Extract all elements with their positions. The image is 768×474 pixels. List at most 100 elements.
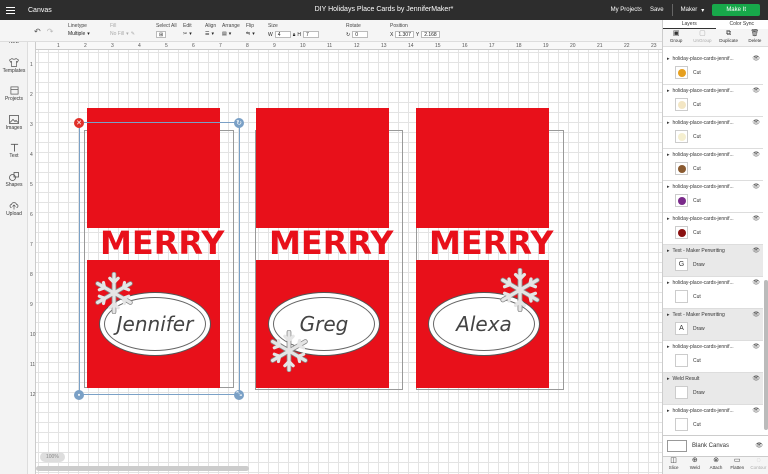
layer-operation[interactable]: Cut	[693, 102, 701, 108]
layer-row[interactable]: ▸ holiday-place-cards-jennif... 👁︎ Cut	[663, 85, 763, 117]
eye-icon[interactable]: 👁︎	[752, 343, 760, 350]
layer-row[interactable]: ▸ holiday-place-cards-jennif... 👁︎ Cut	[663, 277, 763, 309]
align-select[interactable]: ☰ ▾	[205, 31, 216, 37]
attach-button[interactable]: ⊗ Attach	[705, 457, 726, 474]
horizontal-scrollbar[interactable]	[36, 466, 249, 471]
selection-box[interactable]	[79, 122, 240, 395]
layer-row[interactable]: ▸ holiday-place-cards-jennif... 👁︎ Cut	[663, 213, 763, 245]
y-position-input[interactable]: 2.168	[421, 31, 440, 38]
eye-icon[interactable]: 👁︎	[752, 183, 760, 190]
edit-select[interactable]: ✂ ▾	[183, 31, 192, 37]
layer-row[interactable]: ▸ Text - Maker Penwriting 👁︎ G Draw	[663, 245, 763, 277]
resize-handle-icon[interactable]: ⤡	[234, 390, 244, 400]
make-it-button[interactable]: Make It	[712, 4, 760, 16]
delete-handle-icon[interactable]: ✕	[74, 118, 84, 128]
redo-icon[interactable]: ↷	[47, 27, 54, 36]
undo-icon[interactable]: ↶	[34, 27, 41, 36]
tab-layers[interactable]: Layers	[663, 20, 716, 29]
select-all-button[interactable]: ⊞	[156, 31, 177, 38]
chevron-down-icon[interactable]: ▸	[667, 56, 670, 62]
upload-button[interactable]: Upload	[0, 200, 28, 217]
zoom-control[interactable]: 100%	[40, 452, 65, 462]
layer-operation[interactable]: Cut	[693, 198, 701, 204]
lock-icon[interactable]: 🔒︎	[293, 32, 296, 38]
layer-operation[interactable]: Cut	[693, 422, 701, 428]
layer-row[interactable]: ▸ Text - Maker Penwriting 👁︎ A Draw	[663, 309, 763, 341]
eye-icon[interactable]: 👁︎	[752, 87, 760, 94]
layer-row[interactable]: ▸ holiday-place-cards-jennif... 👁︎ Cut	[663, 149, 763, 181]
layer-row[interactable]: ▸ holiday-place-cards-jennif... 👁︎ Cut	[663, 341, 763, 373]
flatten-button[interactable]: ▭ Flatten	[727, 457, 748, 474]
eye-icon[interactable]: 👁︎	[752, 407, 760, 414]
chevron-down-icon[interactable]: ▸	[667, 216, 670, 222]
eye-icon[interactable]: 👁︎	[752, 215, 760, 222]
layer-row[interactable]: ▸ holiday-place-cards-jennif... 👁︎ Cut	[663, 181, 763, 213]
images-button[interactable]: Images	[0, 114, 28, 131]
layer-operation[interactable]: Cut	[693, 230, 701, 236]
chevron-down-icon[interactable]: ▸	[667, 344, 670, 350]
layer-operation[interactable]: Draw	[693, 390, 705, 396]
delete-button[interactable]: 🗑︎ Delete	[742, 29, 768, 46]
my-projects-link[interactable]: My Projects	[611, 7, 642, 13]
eye-icon[interactable]: 👁︎	[752, 151, 760, 158]
templates-button[interactable]: Templates	[0, 57, 28, 74]
layer-operation[interactable]: Draw	[693, 262, 705, 268]
chevron-down-icon[interactable]: ▸	[667, 120, 670, 126]
height-input[interactable]: 7	[303, 31, 320, 38]
layer-operation[interactable]: Cut	[693, 166, 701, 172]
lock-handle-icon[interactable]: ▪	[74, 390, 84, 400]
eye-icon[interactable]: 👁︎	[755, 442, 763, 449]
layer-row[interactable]: ▸ holiday-place-cards-jennif... 👁︎ Cut	[663, 405, 763, 437]
chevron-down-icon[interactable]: ▸	[667, 280, 670, 286]
shapes-button[interactable]: Shapes	[0, 171, 28, 188]
place-card[interactable]: MERRY Alexa	[416, 108, 553, 390]
width-input[interactable]: 4	[274, 31, 291, 38]
hamburger-menu-icon[interactable]	[0, 0, 20, 20]
layer-row[interactable]: ▸ holiday-place-cards-jennif... 👁︎ Cut	[663, 117, 763, 149]
eye-icon[interactable]: 👁︎	[752, 375, 760, 382]
arrange-select[interactable]: ▤ ▾	[222, 31, 240, 37]
ruler-tick-label: 3	[30, 122, 33, 128]
slice-button[interactable]: ◫ Slice	[663, 457, 684, 474]
layer-operation[interactable]: Cut	[693, 134, 701, 140]
text-button[interactable]: Text	[0, 142, 28, 159]
layer-thumb-swatch	[677, 292, 686, 301]
layer-operation[interactable]: Draw	[693, 326, 705, 332]
layer-row[interactable]: ▸ holiday-place-cards-jennif... 👁︎ Cut	[663, 53, 763, 85]
eye-icon[interactable]: 👁︎	[752, 311, 760, 318]
tab-color-sync[interactable]: Color Sync	[716, 20, 768, 29]
chevron-down-icon[interactable]: ▸	[667, 376, 670, 382]
eye-icon[interactable]: 👁︎	[752, 247, 760, 254]
x-position-input[interactable]: 1.307	[395, 31, 414, 38]
fill-select[interactable]: No Fill ▾ ✎	[110, 31, 135, 37]
chevron-down-icon[interactable]: ▸	[667, 184, 670, 190]
eye-icon[interactable]: 👁︎	[752, 119, 760, 126]
rotate-handle-icon[interactable]: ↻	[234, 118, 244, 128]
layer-operation[interactable]: Cut	[693, 70, 701, 76]
projects-label: Projects	[4, 96, 24, 102]
flip-select[interactable]: ⇋ ▾	[246, 31, 255, 37]
ungroup-button[interactable]: ▢ UnGroup	[689, 29, 715, 46]
chevron-down-icon[interactable]: ▸	[667, 248, 670, 254]
chevron-down-icon[interactable]: ▸	[667, 88, 670, 94]
contour-button[interactable]: ◌ Contour	[748, 457, 768, 474]
chevron-down-icon[interactable]: ▸	[667, 408, 670, 414]
chevron-down-icon[interactable]: ▸	[667, 152, 670, 158]
layer-row[interactable]: ▸ Weld Result 👁︎ Draw	[663, 373, 763, 405]
linetype-select[interactable]: Multiple ▾	[68, 31, 90, 37]
layer-operation[interactable]: Cut	[693, 358, 701, 364]
eye-icon[interactable]: 👁︎	[752, 55, 760, 62]
duplicate-button[interactable]: ⧉ Duplicate	[716, 29, 742, 46]
chevron-down-icon[interactable]: ▸	[667, 312, 670, 318]
rotate-input[interactable]: 0	[352, 31, 369, 38]
group-button[interactable]: ▣ Group	[663, 29, 689, 46]
blank-canvas-row[interactable]: Blank Canvas 👁︎	[663, 435, 768, 455]
layers-scrollbar[interactable]	[764, 280, 768, 430]
layer-operation[interactable]: Cut	[693, 294, 701, 300]
weld-button[interactable]: ⊕ Weld	[684, 457, 705, 474]
eye-icon[interactable]: 👁︎	[752, 279, 760, 286]
machine-select[interactable]: Maker ▾	[681, 7, 705, 14]
save-button[interactable]: Save	[650, 7, 664, 13]
projects-button[interactable]: Projects	[0, 85, 28, 102]
place-card[interactable]: MERRY Greg	[256, 108, 393, 390]
